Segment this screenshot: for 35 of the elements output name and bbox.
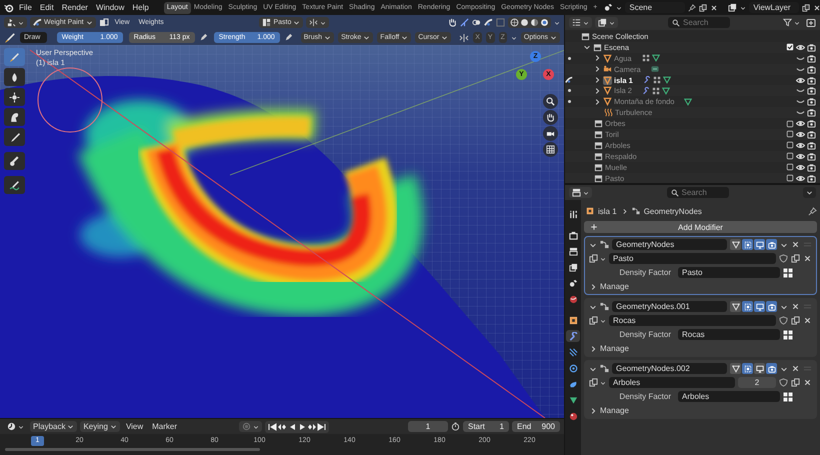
menu-item[interactable]: File [16,3,35,12]
user-count[interactable]: 2 [738,377,776,388]
menu-dropdown[interactable]: Playback [30,421,78,432]
node-group-field[interactable]: Rocas [609,315,776,326]
modifier-name-field[interactable]: GeometryNodes.002 [612,363,727,374]
menu-item[interactable]: Render [58,3,91,12]
frame-field[interactable]: 1 [408,421,448,432]
node-group-field[interactable]: Arboles [609,377,735,388]
subpanel-header[interactable]: Manage [600,282,629,291]
input-label: Density Factor [618,392,671,401]
menu-item[interactable]: Edit [36,3,57,12]
input-field[interactable]: Rocas [678,329,780,340]
input-label: Density Factor [618,268,671,277]
modifier-name-field[interactable]: GeometryNodes.001 [612,301,727,312]
menu-item[interactable]: Marker [149,422,180,431]
input-label: Density Factor [618,330,671,339]
breadcrumb-item: isla 1 [598,206,617,216]
subpanel-header[interactable]: Manage [600,406,629,415]
start-frame-field[interactable]: Start 1 [463,421,509,432]
menu-item[interactable]: View [122,422,146,431]
modifier-name-field[interactable]: GeometryNodes [612,239,727,250]
breadcrumb-item: GeometryNodes [644,206,702,216]
node-group-field[interactable]: Pasto [609,253,776,264]
menu-item[interactable]: Window [92,3,128,12]
view-layer-field[interactable]: ViewLayer [749,2,800,13]
add-modifier-button[interactable]: Add Modifier [584,221,817,233]
search-field[interactable]: Search [668,17,730,28]
input-field[interactable]: Pasto [678,267,780,278]
subpanel-header[interactable]: Manage [600,344,629,353]
input-field[interactable]: Arboles [678,391,780,402]
search-field[interactable]: Search [666,187,728,198]
menu-item[interactable]: Help [129,3,152,12]
menu-dropdown[interactable]: Keying [80,421,120,432]
end-frame-field[interactable]: End 900 [512,421,560,432]
scene-field[interactable]: Scene [625,2,686,13]
